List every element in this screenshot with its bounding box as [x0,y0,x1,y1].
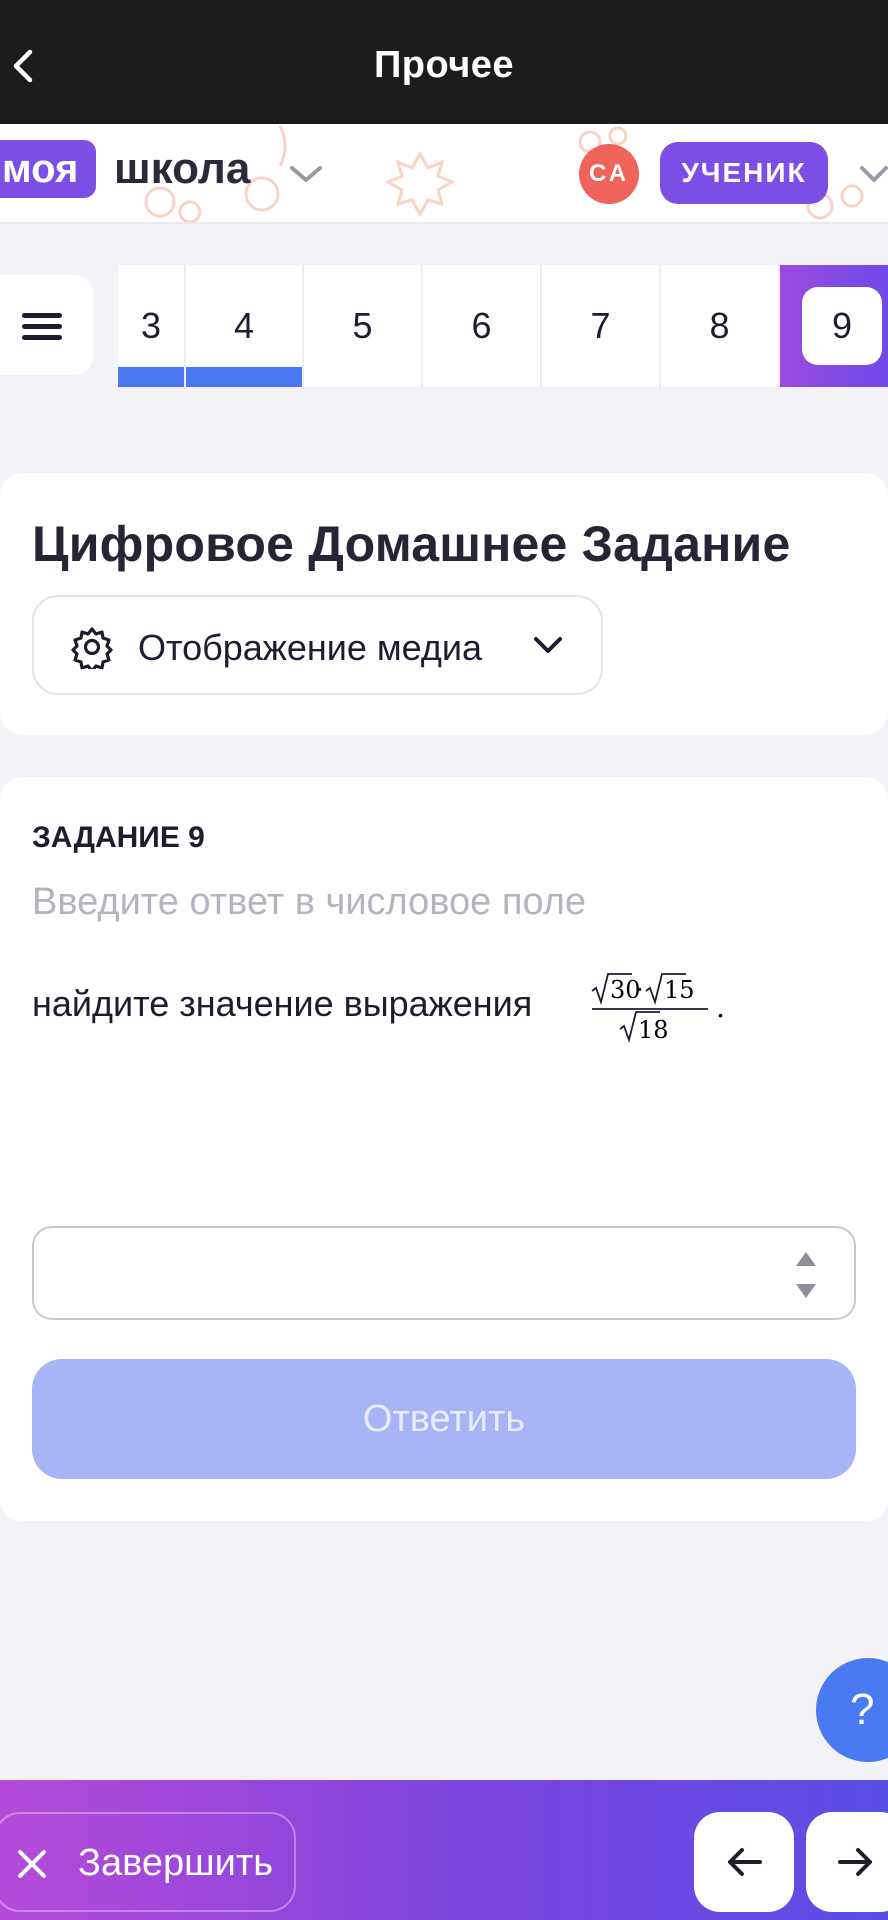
submit-answer-button[interactable]: Ответить [32,1359,856,1479]
media-display-dropdown[interactable]: Отображение медиа [32,595,603,695]
previous-task-button[interactable] [694,1812,794,1912]
finish-label: Завершить [78,1842,274,1884]
tab-task-6[interactable]: 6 [423,265,542,387]
media-display-label: Отображение медиа [138,627,483,668]
numerator-b: 15 [664,976,695,1004]
homework-header-card: Цифровое Домашнее Задание Отображение ме… [0,473,888,735]
arrow-right-icon [838,1848,872,1876]
chevron-down-icon[interactable] [858,162,888,186]
task-tabs: 3 4 5 6 7 8 9 [118,265,888,387]
page-title: Прочее [373,44,515,86]
answer-number-input[interactable] [32,1226,856,1320]
chevron-down-icon[interactable] [288,162,324,186]
task-number-label: ЗАДАНИЕ 9 [32,821,205,854]
tab-label: 5 [352,305,373,346]
homework-title: Цифровое Домашнее Задание [32,516,791,572]
top-navigation-bar: Прочее [0,0,888,124]
next-task-button[interactable] [806,1812,888,1912]
number-stepper-icon[interactable] [794,1248,818,1302]
tab-task-5[interactable]: 5 [304,265,423,387]
task-card: ЗАДАНИЕ 9 Введите ответ в числовое поле … [0,777,888,1521]
hamburger-icon [22,313,62,318]
tab-task-9[interactable]: 9 [780,265,888,387]
denominator: 18 [638,1016,669,1043]
task-hint: Введите ответ в числовое поле [32,881,587,923]
tab-label: 4 [233,305,255,346]
app-header: моя школа СА УЧЕНИК [0,124,888,224]
tab-task-3[interactable]: 3 [118,265,186,387]
role-badge[interactable]: УЧЕНИК [660,142,828,204]
tab-label: 3 [140,305,162,346]
tab-label: 8 [709,305,730,346]
svg-text:.: . [716,991,725,1024]
arrow-left-icon [728,1848,762,1876]
tasks-menu-button[interactable] [0,275,93,375]
math-formula: 30 · 15 18 . [591,973,725,1043]
svg-text:·: · [636,976,644,1004]
tab-task-8[interactable]: 8 [661,265,780,387]
bottom-action-bar: Завершить [0,1780,888,1920]
close-icon [18,1850,46,1878]
tab-progress-bar [186,367,302,387]
task-text: найдите значение выражения [32,983,533,1024]
tab-label: 6 [471,305,492,346]
chevron-down-icon [534,637,562,653]
tab-progress-bar [118,367,184,387]
tab-label: 9 [802,287,882,365]
tab-task-7[interactable]: 7 [542,265,661,387]
tab-label: 7 [590,305,611,346]
logo-shkola[interactable]: школа [114,140,250,198]
gear-icon [71,627,113,669]
help-button[interactable]: ? [816,1658,888,1762]
logo-moya[interactable]: моя [0,140,97,198]
finish-button[interactable]: Завершить [0,1812,296,1912]
avatar[interactable]: СА [579,144,639,204]
tab-task-4[interactable]: 4 [186,265,304,387]
